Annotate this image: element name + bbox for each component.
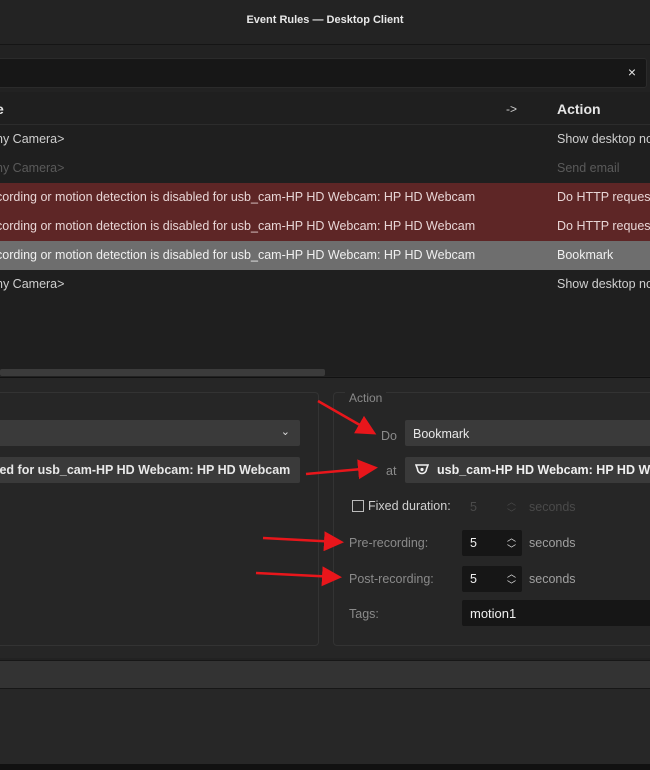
pre-recording-unit: seconds <box>529 536 576 550</box>
rule-editor-panel: ⌄ led for usb_cam-HP HD Webcam: HP HD We… <box>0 377 650 658</box>
event-rules-window: Event Rules — Desktop Client × e -> Acti… <box>0 0 650 770</box>
chevron-down-icon: ⌄ <box>280 426 290 438</box>
row-event: cording or motion detection is disabled … <box>0 219 476 233</box>
bottom-border <box>0 764 650 770</box>
post-recording-label: Post-recording: <box>349 572 434 586</box>
table-header: e -> Action <box>0 92 650 125</box>
fixed-duration-value: 5 <box>470 500 477 514</box>
post-recording-spinner[interactable]: 5 ︿ ﹀ <box>462 566 522 592</box>
table-row[interactable]: cording or motion detection is disabled … <box>0 212 650 242</box>
tags-value: motion1 <box>470 606 517 621</box>
window-title: Event Rules — Desktop Client <box>246 14 404 26</box>
tags-input[interactable]: motion1 <box>462 600 650 626</box>
table-row-selected[interactable]: cording or motion detection is disabled … <box>0 241 650 270</box>
camera-icon <box>415 464 429 475</box>
row-action: Bookmark <box>557 248 614 262</box>
event-camera-text: led for usb_cam-HP HD Webcam: HP HD Webc… <box>0 463 291 477</box>
pre-recording-label: Pre-recording: <box>349 536 429 550</box>
search-filter-input[interactable]: × <box>0 58 647 88</box>
row-action: Show desktop no <box>557 132 650 146</box>
action-camera-text: usb_cam-HP HD Webcam: HP HD We <box>437 463 650 477</box>
post-recording-unit: seconds <box>529 572 576 586</box>
clear-icon[interactable]: × <box>628 64 636 80</box>
spin-down-icon[interactable]: ﹀ <box>507 542 516 555</box>
fixed-duration-label[interactable]: Fixed duration: <box>368 499 451 513</box>
action-camera-selector[interactable]: usb_cam-HP HD Webcam: HP HD We <box>405 457 650 483</box>
column-header-arrow[interactable]: -> <box>506 102 517 116</box>
action-type-value: Bookmark <box>413 427 470 441</box>
fixed-duration-unit: seconds <box>529 500 576 514</box>
table-row[interactable]: ny Camera> Show desktop no <box>0 270 650 299</box>
status-bar <box>0 660 650 689</box>
row-event: ny Camera> <box>0 161 65 175</box>
spin-down-icon[interactable]: ﹀ <box>507 578 516 591</box>
action-group-title: Action <box>345 391 387 405</box>
title-bar: Event Rules — Desktop Client <box>0 0 650 45</box>
table-row[interactable]: ny Camera> Show desktop no <box>0 125 650 154</box>
row-event: cording or motion detection is disabled … <box>0 248 476 262</box>
row-action: Send email <box>557 161 620 175</box>
pre-recording-spinner[interactable]: 5 ︿ ﹀ <box>462 530 522 556</box>
dialog-footer <box>0 688 650 765</box>
tags-label: Tags: <box>349 607 379 621</box>
at-label: at <box>386 464 397 478</box>
fixed-duration-spinner[interactable]: 5 ︿ ﹀ <box>462 494 522 520</box>
row-action: Show desktop no <box>557 277 650 291</box>
row-action: Do HTTP reques <box>557 190 650 204</box>
fixed-duration-checkbox[interactable] <box>352 500 364 512</box>
post-recording-value: 5 <box>470 572 477 586</box>
do-label: Do <box>381 429 397 443</box>
column-header-event[interactable]: e <box>0 101 4 117</box>
event-camera-field[interactable]: led for usb_cam-HP HD Webcam: HP HD Webc… <box>0 457 300 483</box>
spin-down-icon[interactable]: ﹀ <box>507 506 516 519</box>
table-row[interactable]: cording or motion detection is disabled … <box>0 183 650 213</box>
event-type-dropdown[interactable]: ⌄ <box>0 420 300 446</box>
action-type-dropdown[interactable]: Bookmark <box>405 420 650 446</box>
horizontal-scrollbar[interactable] <box>0 369 325 376</box>
row-event: ny Camera> <box>0 132 65 146</box>
row-event: ny Camera> <box>0 277 65 291</box>
column-header-action[interactable]: Action <box>557 101 601 117</box>
row-action: Do HTTP reques <box>557 219 650 233</box>
table-row[interactable]: ny Camera> Send email <box>0 154 650 183</box>
pre-recording-value: 5 <box>470 536 477 550</box>
row-event: cording or motion detection is disabled … <box>0 190 476 204</box>
rules-table: e -> Action ny Camera> Show desktop no n… <box>0 92 650 376</box>
